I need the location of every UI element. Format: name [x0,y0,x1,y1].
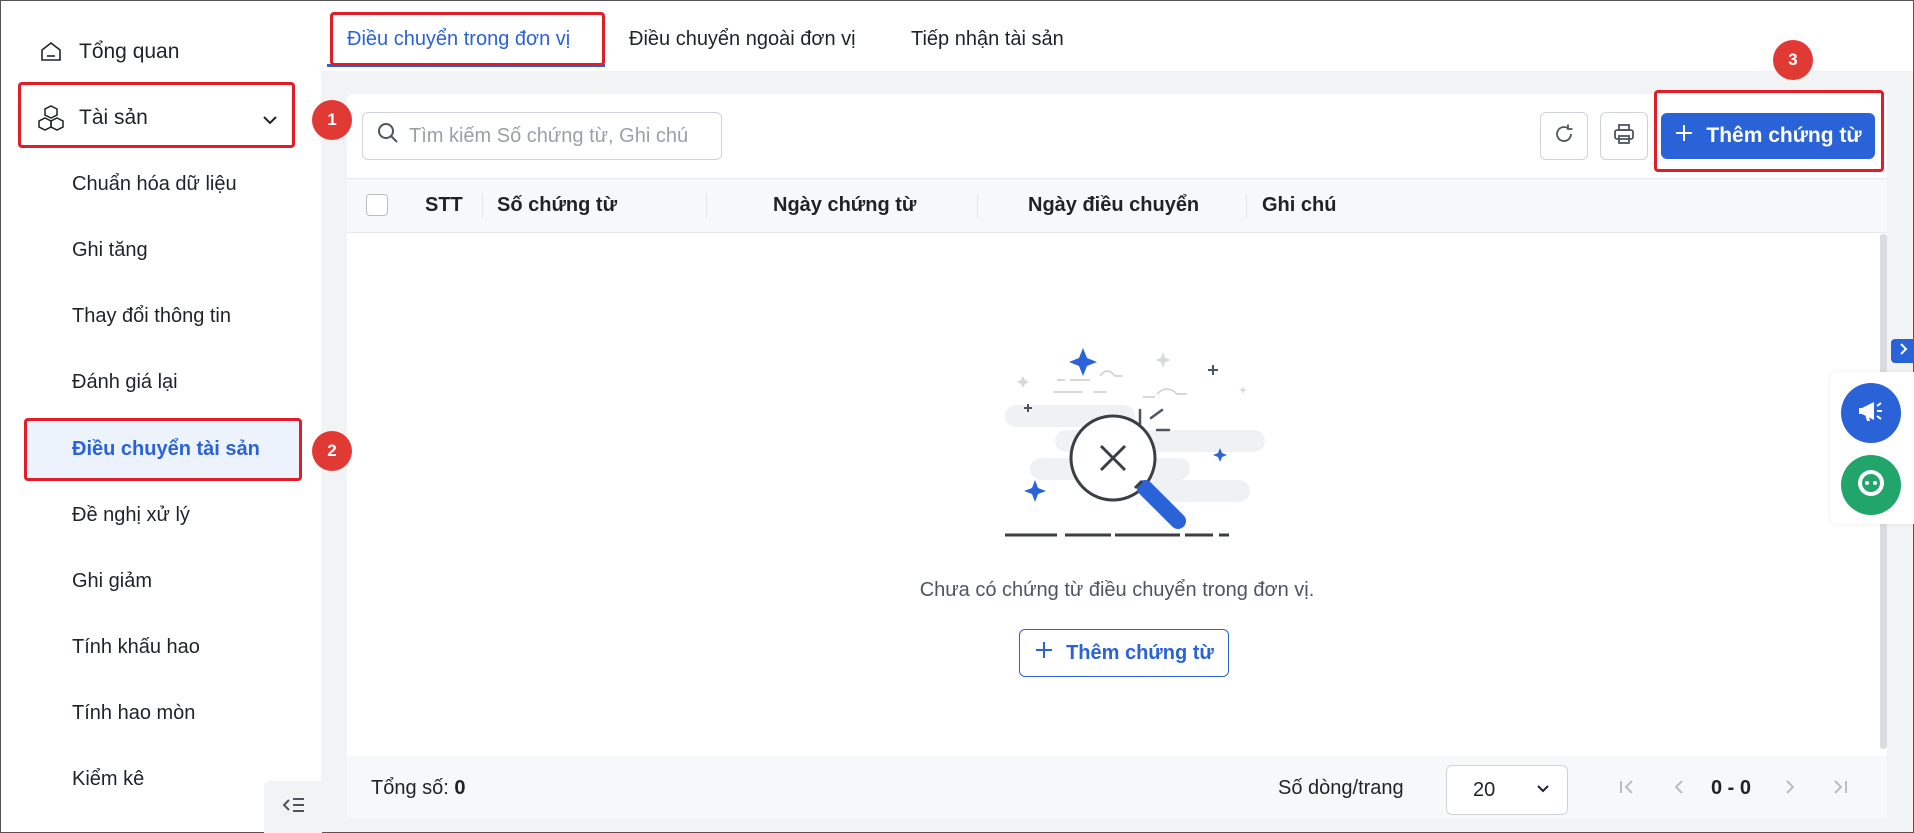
rows-per-page-value: 20 [1473,778,1496,801]
refresh-icon [1553,123,1575,150]
page-range: 0 - 0 [1711,777,1752,799]
empty-add-voucher-button[interactable]: Thêm chứng từ [1019,629,1229,677]
refresh-button[interactable] [1540,112,1588,160]
column-divider [1246,194,1247,218]
highlight-add-voucher [1654,90,1884,172]
sidebar-item-depreciation[interactable]: Tính khấu hao [72,632,200,662]
plus-icon [1034,640,1054,666]
rows-per-page-label: Số dòng/trang [1278,777,1404,799]
search-input[interactable] [409,124,709,148]
announcement-button[interactable] [1841,383,1901,443]
chat-bot-button[interactable] [1841,455,1901,515]
chevron-left-icon [1669,777,1689,802]
first-page-button[interactable] [1616,778,1638,800]
total-value: 0 [454,777,466,799]
column-header-voucher-date: Ngày chứng từ [773,194,917,216]
column-header-transfer-date: Ngày điều chuyển [1028,194,1200,216]
highlight-sidebar-transfer [24,418,302,481]
column-divider [706,194,707,218]
total-count: Tổng số: 0 [371,777,466,800]
search-box[interactable] [362,112,722,160]
previous-page-button[interactable] [1668,778,1690,800]
first-page-icon [1617,777,1637,802]
chat-bot-icon [1853,465,1889,506]
sidebar-item-standardize[interactable]: Chuẩn hóa dữ liệu [72,169,237,199]
sidebar-item-decrease[interactable]: Ghi giảm [72,566,152,596]
column-divider [482,194,483,218]
tab-external-transfer[interactable]: Điều chuyển ngoài đơn vị [629,24,856,54]
empty-search-illustration [1005,348,1265,537]
total-label: Tổng số: [371,777,449,799]
highlight-nav-assets [18,82,295,148]
step-badge-1: 1 [312,100,352,140]
sidebar-item-revaluation[interactable]: Đánh giá lại [72,367,178,397]
chevron-down-icon [1535,779,1551,802]
collapse-sidebar-button[interactable] [264,781,322,833]
step-badge-2: 2 [312,431,352,471]
sidebar-item-change-info[interactable]: Thay đổi thông tin [72,301,231,331]
sidebar-item-inventory[interactable]: Kiểm kê [72,764,144,794]
megaphone-icon [1856,396,1886,431]
empty-add-voucher-label: Thêm chứng từ [1066,641,1214,664]
column-divider [977,194,978,218]
rows-per-page-select[interactable]: 20 [1446,765,1568,815]
select-all-checkbox[interactable] [366,194,388,216]
chevron-right-icon [1896,342,1910,361]
print-button[interactable] [1600,112,1648,160]
sidebar-item-amortization[interactable]: Tính hao mòn [72,698,195,728]
nav-overview-label: Tổng quan [79,40,180,63]
step-badge-3: 3 [1773,40,1813,80]
empty-message: Chưa có chứng từ điều chuyển trong đơn v… [919,579,1315,601]
sidebar-item-disposal-request[interactable]: Đề nghị xử lý [72,500,190,530]
sidebar-item-increase[interactable]: Ghi tăng [72,235,148,265]
tab-receive-assets[interactable]: Tiếp nhận tài sản [911,24,1064,54]
column-header-note: Ghi chú [1262,194,1337,216]
home-icon [37,38,65,66]
nav-overview[interactable]: Tổng quan [37,32,179,72]
search-icon [377,122,399,150]
column-header-voucher-no: Số chứng từ [497,194,618,216]
highlight-tab-internal-transfer [330,12,605,66]
expand-side-panel-button[interactable] [1891,339,1914,363]
next-page-button[interactable] [1779,778,1801,800]
chevron-right-icon [1780,777,1800,802]
table-footer [347,756,1887,818]
last-page-button[interactable] [1829,778,1851,800]
collapse-icon [280,794,306,821]
printer-icon [1613,123,1635,150]
last-page-icon [1830,777,1850,802]
column-header-stt: STT [425,194,463,216]
